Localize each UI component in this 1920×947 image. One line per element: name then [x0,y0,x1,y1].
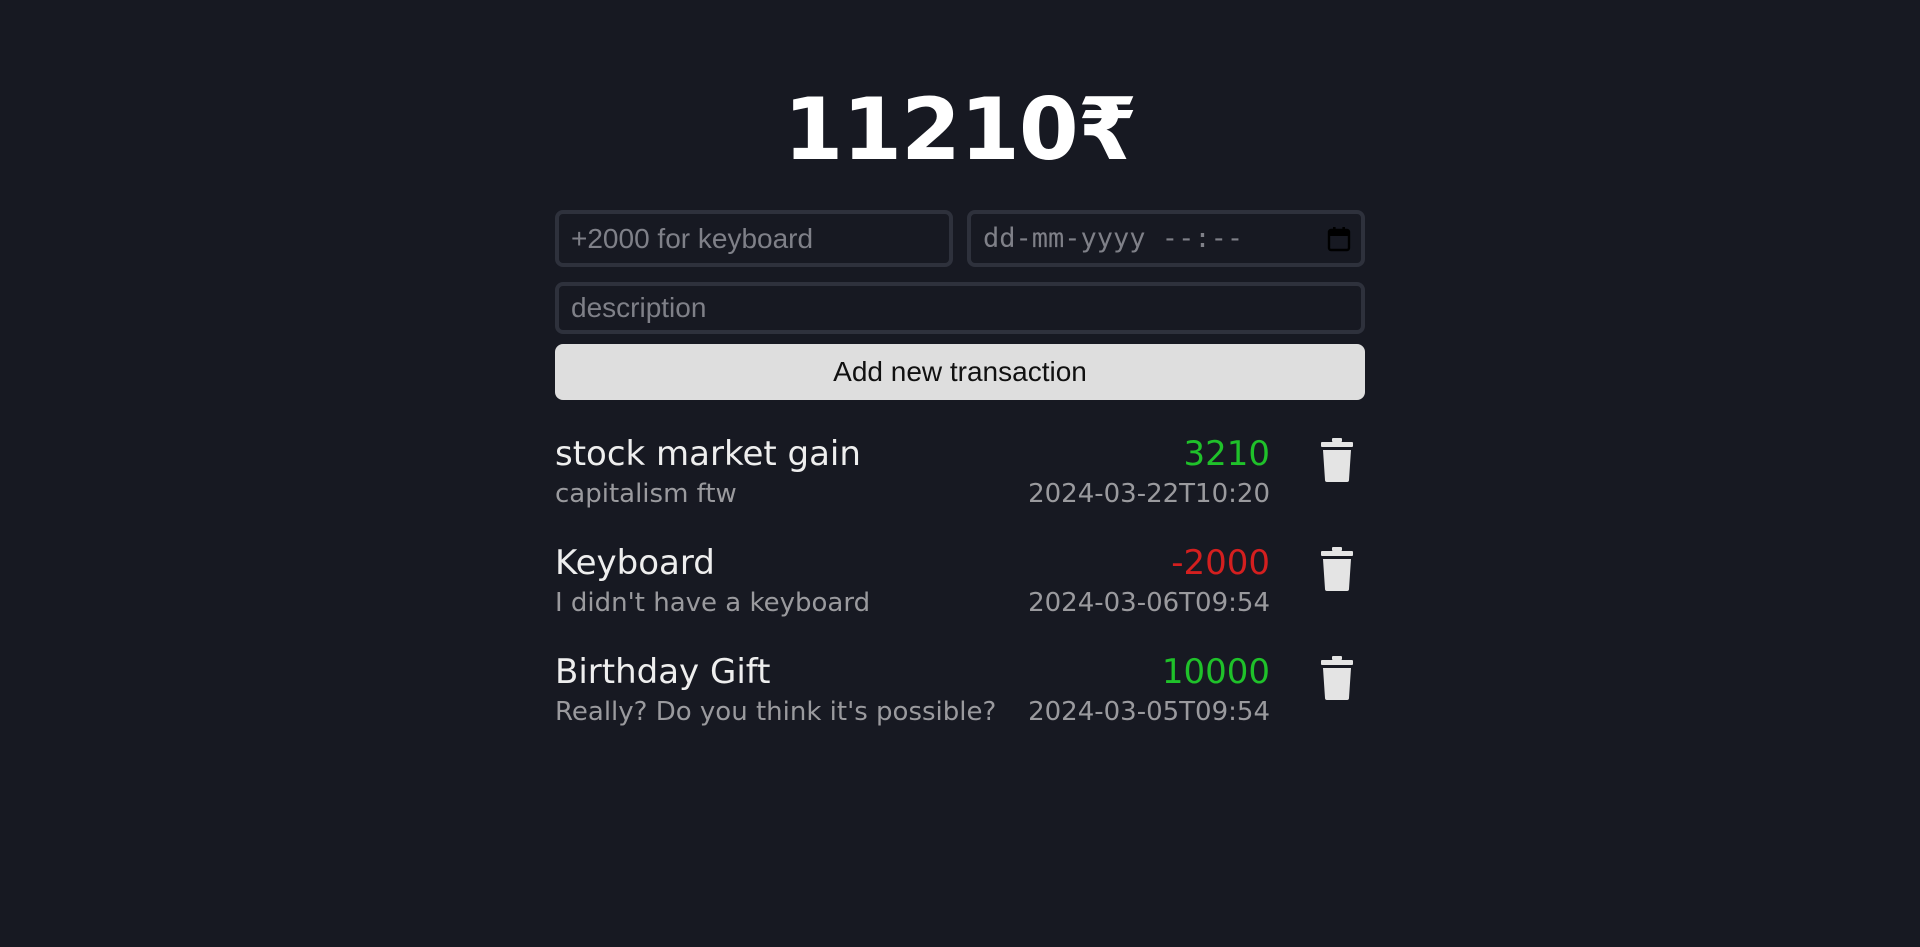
transaction-amount: 3210 [1183,434,1270,474]
datetime-input[interactable]: dd-mm-yyyy --:-- [967,210,1365,267]
transaction-item: stock market gain 3210 capitalism ftw 20… [555,432,1365,541]
transaction-list: stock market gain 3210 capitalism ftw 20… [555,432,1365,759]
trash-icon[interactable] [1320,547,1354,591]
trash-icon[interactable] [1320,438,1354,482]
transaction-description: Really? Do you think it's possible? [555,697,997,727]
transaction-description: I didn't have a keyboard [555,588,871,618]
transaction-item: Birthday Gift 10000 Really? Do you think… [555,650,1365,759]
add-transaction-button[interactable]: Add new transaction [555,344,1365,400]
transaction-name: Birthday Gift [555,652,771,692]
amount-name-input[interactable] [555,210,953,267]
trash-icon[interactable] [1320,656,1354,700]
datetime-placeholder: dd-mm-yyyy --:-- [983,223,1244,254]
transaction-name: stock market gain [555,434,861,474]
form-row-top: dd-mm-yyyy --:-- [555,210,1365,267]
transaction-item: Keyboard -2000 I didn't have a keyboard … [555,541,1365,650]
transaction-amount: 10000 [1161,652,1270,692]
calendar-icon[interactable] [1327,226,1351,252]
description-input[interactable] [555,282,1365,334]
transaction-datetime: 2024-03-06T09:54 [1028,588,1270,618]
balance-total: 11210₹ [783,80,1137,180]
transaction-description: capitalism ftw [555,479,737,509]
transaction-datetime: 2024-03-22T10:20 [1028,479,1270,509]
transaction-name: Keyboard [555,543,715,583]
app-container: 11210₹ dd-mm-yyyy --:-- Add new transact… [555,0,1365,759]
transaction-amount: -2000 [1171,543,1270,583]
transaction-datetime: 2024-03-05T09:54 [1028,697,1270,727]
